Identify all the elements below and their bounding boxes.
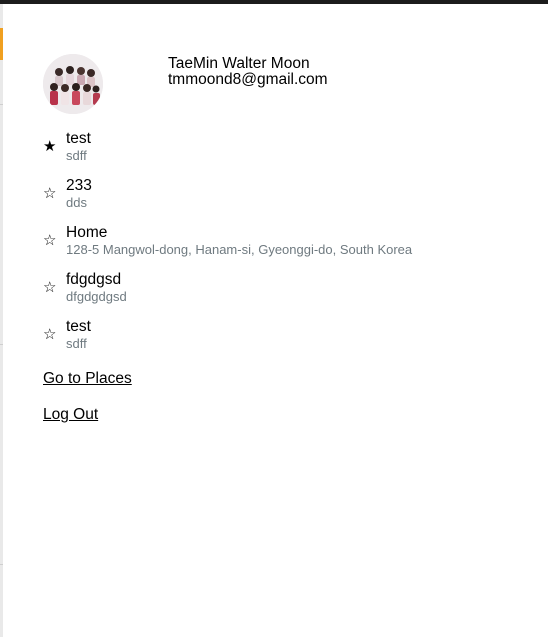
- user-name: TaeMin Walter Moon: [168, 55, 310, 72]
- outline-star-icon[interactable]: ☆: [43, 232, 56, 250]
- outline-star-icon[interactable]: ☆: [43, 326, 56, 344]
- user-info: TaeMin Walter Moon tmmoond8@gmail.com: [168, 56, 328, 88]
- place-name: fdgdgsd: [66, 271, 122, 288]
- place-name: test: [66, 130, 91, 147]
- outline-star-icon[interactable]: ☆: [43, 185, 56, 203]
- outline-star-icon[interactable]: ☆: [43, 279, 56, 297]
- filled-star-icon[interactable]: ★: [43, 138, 56, 156]
- go-to-places-link[interactable]: Go to Places: [43, 370, 132, 388]
- place-address: sdff: [66, 148, 87, 163]
- list-item[interactable]: ☆ Home 128-5 Mangwol-dong, Hanam-si, Gye…: [43, 224, 543, 271]
- list-item[interactable]: ☆ 233 dds: [43, 177, 543, 224]
- places-list: ★ test sdff ☆ 233 dds ☆ Home 128-5 Mangw…: [43, 130, 543, 365]
- log-out-link[interactable]: Log Out: [43, 406, 98, 424]
- place-address: sdff: [66, 336, 87, 351]
- list-item[interactable]: ★ test sdff: [43, 130, 543, 177]
- place-address: dds: [66, 195, 87, 210]
- avatar-photo: [43, 54, 103, 114]
- place-name: Home: [66, 224, 108, 241]
- list-item[interactable]: ☆ test sdff: [43, 318, 543, 365]
- place-address: dfgdgdgsd: [66, 289, 127, 304]
- place-name: 233: [66, 177, 92, 194]
- list-item[interactable]: ☆ fdgdgsd dfgdgdgsd: [43, 271, 543, 318]
- user-profile: TaeMin Walter Moon tmmoond8@gmail.com: [43, 54, 523, 118]
- user-email: tmmoond8@gmail.com: [168, 71, 328, 88]
- place-address: 128-5 Mangwol-dong, Hanam-si, Gyeonggi-d…: [66, 242, 413, 257]
- side-menu: TaeMin Walter Moon tmmoond8@gmail.com ★ …: [3, 4, 548, 637]
- avatar: [43, 54, 103, 114]
- place-name: test: [66, 318, 91, 335]
